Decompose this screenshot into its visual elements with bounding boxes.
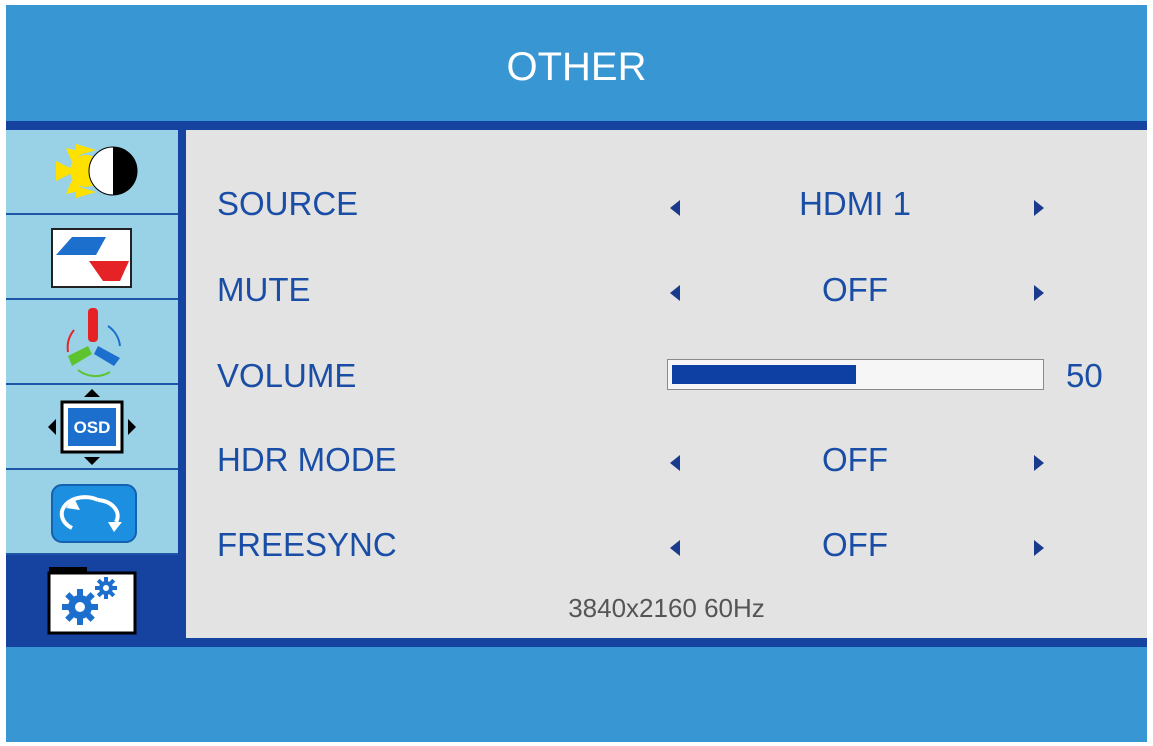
sidebar-divider xyxy=(178,130,186,645)
hdr-mode-prev-arrow[interactable] xyxy=(662,449,690,477)
svg-text:OSD: OSD xyxy=(74,418,111,437)
sidebar-item-image[interactable] xyxy=(6,215,178,300)
freesync-label: FREESYNC xyxy=(217,526,397,563)
hdr-mode-value[interactable]: OFF xyxy=(730,441,980,479)
hdr-mode-next-arrow[interactable] xyxy=(1024,449,1052,477)
arrow-left-icon xyxy=(670,285,680,301)
arrow-right-icon xyxy=(1034,540,1044,556)
settings-panel: SOURCE HDMI 1 MUTE OFF VOLUME 50 HDR MOD… xyxy=(186,130,1147,638)
mute-value[interactable]: OFF xyxy=(730,271,980,309)
mute-prev-arrow[interactable] xyxy=(662,279,690,307)
volume-value: 50 xyxy=(1066,357,1103,394)
source-next-arrow[interactable] xyxy=(1024,194,1052,222)
volume-slider[interactable] xyxy=(667,359,1044,390)
source-value[interactable]: HDMI 1 xyxy=(730,185,980,223)
page-title: OTHER xyxy=(506,45,647,89)
source-label: SOURCE xyxy=(217,185,359,222)
mute-label: MUTE xyxy=(217,271,311,308)
osd-window: OTHER OSD SOURCE HDMI 1 MUTE OFF VOLUME … xyxy=(6,5,1147,742)
sidebar-item-reset[interactable] xyxy=(6,470,178,555)
settings-gears-icon xyxy=(47,567,137,635)
hdr-mode-label: HDR MODE xyxy=(217,441,397,478)
mute-next-arrow[interactable] xyxy=(1024,279,1052,307)
bottom-divider xyxy=(6,638,1147,647)
source-prev-arrow[interactable] xyxy=(662,194,690,222)
arrow-left-icon xyxy=(670,540,680,556)
resolution-status: 3840x2160 60Hz xyxy=(568,593,765,623)
arrow-right-icon xyxy=(1034,455,1044,471)
color-temperature-icon xyxy=(66,308,121,378)
volume-label: VOLUME xyxy=(217,357,357,394)
sidebar: OSD xyxy=(6,130,178,645)
freesync-prev-arrow[interactable] xyxy=(662,534,690,562)
brightness-contrast-icon xyxy=(56,144,138,198)
sidebar-item-brightness[interactable] xyxy=(6,130,178,215)
color-image-icon xyxy=(51,228,132,288)
freesync-value[interactable]: OFF xyxy=(730,526,980,564)
osd-position-icon: OSD xyxy=(48,389,136,465)
freesync-next-arrow[interactable] xyxy=(1024,534,1052,562)
volume-slider-fill xyxy=(672,365,856,384)
sidebar-item-osd[interactable]: OSD xyxy=(6,385,178,470)
arrow-left-icon xyxy=(670,200,680,216)
arrow-right-icon xyxy=(1034,200,1044,216)
arrow-right-icon xyxy=(1034,285,1044,301)
sidebar-item-color[interactable] xyxy=(6,300,178,385)
sidebar-item-other[interactable] xyxy=(6,555,178,645)
title-divider xyxy=(6,121,1147,130)
arrow-left-icon xyxy=(670,455,680,471)
reset-icon xyxy=(51,484,137,543)
